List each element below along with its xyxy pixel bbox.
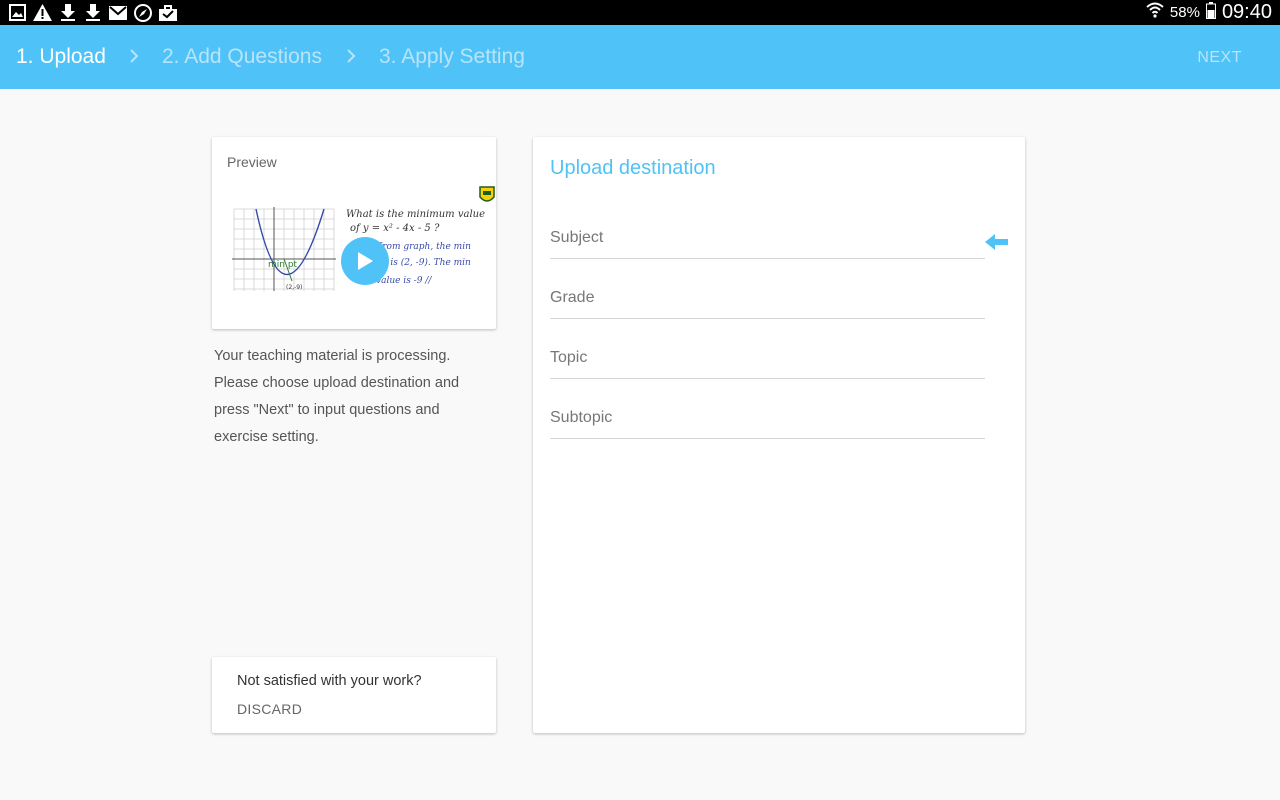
arrow-left-icon [985,234,1008,250]
upload-destination-title: Upload destination [550,157,716,179]
field-label: Topic [550,349,588,366]
handwritten-line: value is -9 // [376,276,432,286]
subtopic-field[interactable]: Subtopic [550,401,985,439]
download-icon [83,3,102,22]
chevron-right-icon [130,49,139,63]
upload-destination-card: Upload destination Subject Grade Topic S… [533,137,1025,733]
grade-field[interactable]: Grade [550,281,985,319]
stepper-bar: 1. Upload 2. Add Questions 3. Apply Sett… [0,25,1280,89]
preview-card: Preview min pt (2,-9) What is the minimu… [212,137,496,329]
handwritten-line: What is the minimum value [346,209,485,220]
notification-icons [8,3,177,22]
next-button[interactable]: NEXT [1197,49,1242,67]
field-label: Subtopic [550,409,613,426]
compass-icon [133,3,152,22]
handwritten-line: From graph, the min [375,242,471,252]
battery-icon [1205,1,1216,24]
handwritten-line: of y = x² - 4x - 5 ? [350,223,440,234]
download-icon [58,3,77,22]
processing-message: Your teaching material is processing. Pl… [214,343,504,451]
topic-field[interactable]: Topic [550,341,985,379]
image-icon [8,3,27,22]
point-annotation: (2,-9) [286,284,302,291]
clock: 09:40 [1221,1,1272,23]
play-icon [358,252,373,270]
step-upload[interactable]: 1. Upload [16,45,106,69]
briefcase-icon [158,3,177,22]
play-button[interactable] [341,237,389,285]
discard-card: Not satisfied with your work? DISCARD [212,657,496,733]
wifi-icon [1146,1,1164,24]
field-label: Subject [550,229,604,246]
message-line: press "Next" to input questions and [214,402,440,418]
mail-icon [108,3,127,22]
warning-icon [33,3,52,22]
chevron-right-icon [347,49,356,63]
message-line: Please choose upload destination and [214,375,460,391]
message-line: Your teaching material is processing. [214,348,451,364]
status-bar: 58% 09:40 [0,0,1280,25]
graph-annotation: min pt [268,260,298,270]
video-thumbnail[interactable]: min pt (2,-9) What is the minimum value … [220,185,496,323]
preview-label: Preview [227,154,277,170]
message-line: exercise setting. [214,429,319,445]
battery-percent: 58% [1169,4,1200,21]
step-apply-setting[interactable]: 3. Apply Setting [379,45,525,69]
discard-button[interactable]: DISCARD [237,701,302,717]
school-crest-icon [479,186,495,202]
field-label: Grade [550,289,595,306]
subject-field[interactable]: Subject [550,221,985,259]
discard-question: Not satisfied with your work? [237,673,422,689]
step-add-questions[interactable]: 2. Add Questions [162,45,322,69]
